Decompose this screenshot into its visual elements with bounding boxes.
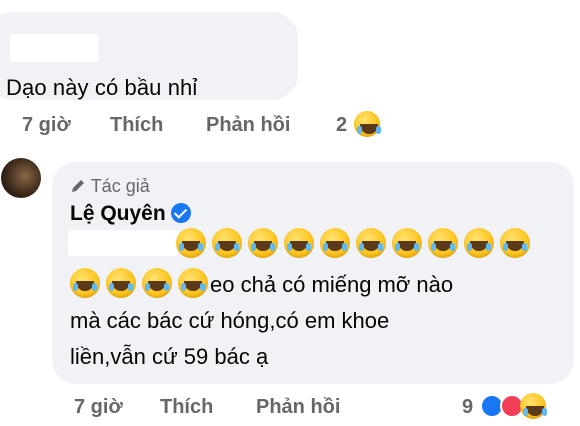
laugh-reaction-icon[interactable] [354,111,380,137]
reply-actions: 7 giờ Thích Phản hồi 9 [0,393,580,426]
reply-author-name[interactable]: Lệ Quyên [70,202,166,225]
laugh-emoji [70,268,100,298]
top-comment-time[interactable]: 7 giờ [22,114,71,137]
laugh-emoji [428,228,458,258]
laugh-emoji [356,228,386,258]
top-reaction-count[interactable]: 2 [336,114,347,137]
laugh-emoji [284,228,314,258]
laugh-emoji [464,228,494,258]
redacted-tag [68,230,178,256]
pencil-icon [72,180,84,192]
reply-text-line: mà các bác cứ hóng,có em khoe [70,308,390,333]
laugh-emoji [320,228,350,258]
reply-time[interactable]: 7 giờ [74,396,123,419]
redacted-author-name [10,34,98,62]
top-comment-bubble: Dạo này có bầu nhỉ [0,12,298,100]
reply-bubble: Tác giả Lệ Quyên eo chả có miếng mỡ nào … [52,162,574,384]
reply-author-row: Lệ Quyên [70,202,191,226]
reply-like-button[interactable]: Thích [160,396,213,419]
avatar[interactable] [1,158,41,198]
reply-text-line: eo chả có miếng mỡ nào [210,272,454,297]
reply-text-line: liền,vẫn cứ 59 bác ạ [70,344,269,369]
top-like-button[interactable]: Thích [110,114,163,137]
laugh-emoji [212,228,242,258]
laugh-emoji [248,228,278,258]
laugh-reaction-icon[interactable] [520,393,546,419]
top-comment-text: Dạo này có bầu nhỉ [6,75,198,100]
author-badge-row: Tác giả [70,176,150,197]
laugh-emoji [142,268,172,298]
laugh-emoji [500,228,530,258]
laugh-emoji [392,228,422,258]
author-badge-label: Tác giả [90,176,150,196]
laugh-emoji [178,268,208,298]
laugh-emoji [106,268,136,298]
reply-reaction-count[interactable]: 9 [462,396,473,419]
verified-badge-icon [170,203,191,223]
reply-reply-button[interactable]: Phản hồi [256,396,340,419]
top-comment-actions: 7 giờ Thích Phản hồi 2 [0,111,400,144]
laugh-emoji [176,228,206,258]
top-reply-button[interactable]: Phản hồi [206,114,290,137]
